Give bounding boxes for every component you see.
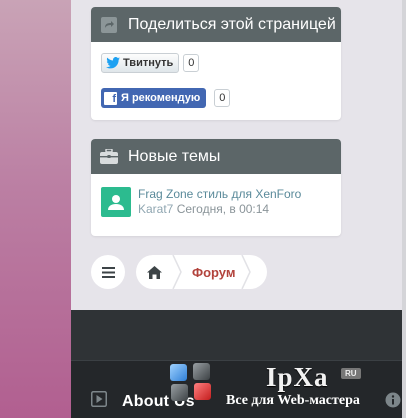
breadcrumb-separator	[241, 255, 252, 289]
thread-list-item: Frag Zone стиль для XenForo Karat7 Сегод…	[101, 187, 301, 217]
thread-meta: Karat7 Сегодня, в 00:14	[138, 202, 301, 217]
menu-button[interactable]	[91, 255, 125, 289]
facebook-row: f Я рекомендую 0	[101, 88, 231, 108]
twitter-bird-icon	[106, 57, 120, 69]
new-threads-title: Новые темы	[128, 147, 221, 165]
avatar[interactable]	[101, 187, 131, 217]
page-right-edge	[402, 0, 406, 418]
share-widget-header: Поделиться этой страницей	[91, 7, 341, 42]
share-widget: Поделиться этой страницей Твитнуть 0 f Я…	[91, 7, 341, 120]
breadcrumb: Форум	[136, 255, 268, 289]
brand-logo-text: IpXa	[266, 362, 329, 392]
left-background-strip	[0, 0, 71, 418]
tweet-button[interactable]: Твитнуть	[101, 53, 180, 73]
breadcrumb-home[interactable]	[136, 255, 172, 289]
thread-title-link[interactable]: Frag Zone стиль для XenForo	[138, 187, 301, 202]
breadcrumb-bar: Форум	[91, 255, 268, 289]
share-widget-title: Поделиться этой страницей	[128, 15, 336, 33]
play-icon[interactable]	[91, 391, 107, 412]
tweet-count: 0	[183, 54, 200, 72]
breadcrumb-separator	[172, 255, 182, 289]
share-icon	[100, 16, 118, 34]
facebook-label: Я рекомендую	[121, 92, 201, 104]
brand-tagline: Все для Web-мастера	[226, 393, 360, 408]
breadcrumb-forum[interactable]: Форум	[182, 265, 241, 280]
new-threads-widget: Новые темы Frag Zone стиль для XenForo K…	[91, 139, 341, 236]
tweet-label: Твитнуть	[123, 57, 174, 69]
facebook-count: 0	[214, 89, 231, 107]
brand-logo-cubes	[168, 362, 214, 402]
briefcase-icon	[100, 148, 118, 166]
tweet-row: Твитнуть 0	[101, 53, 200, 73]
thread-author-link[interactable]: Karat7	[138, 202, 173, 216]
info-icon[interactable]	[385, 392, 401, 413]
facebook-icon: f	[104, 91, 117, 105]
footer-top-band	[71, 310, 406, 360]
menu-icon	[101, 266, 115, 278]
new-threads-header: Новые темы	[91, 139, 341, 174]
home-icon	[146, 265, 162, 279]
user-icon	[107, 193, 125, 211]
thread-text: Frag Zone стиль для XenForo Karat7 Сегод…	[138, 187, 301, 217]
facebook-recommend-button[interactable]: f Я рекомендую	[101, 88, 207, 108]
brand-badge: RU	[341, 368, 361, 379]
footer-divider	[71, 360, 406, 361]
thread-time: Сегодня, в 00:14	[176, 202, 270, 216]
